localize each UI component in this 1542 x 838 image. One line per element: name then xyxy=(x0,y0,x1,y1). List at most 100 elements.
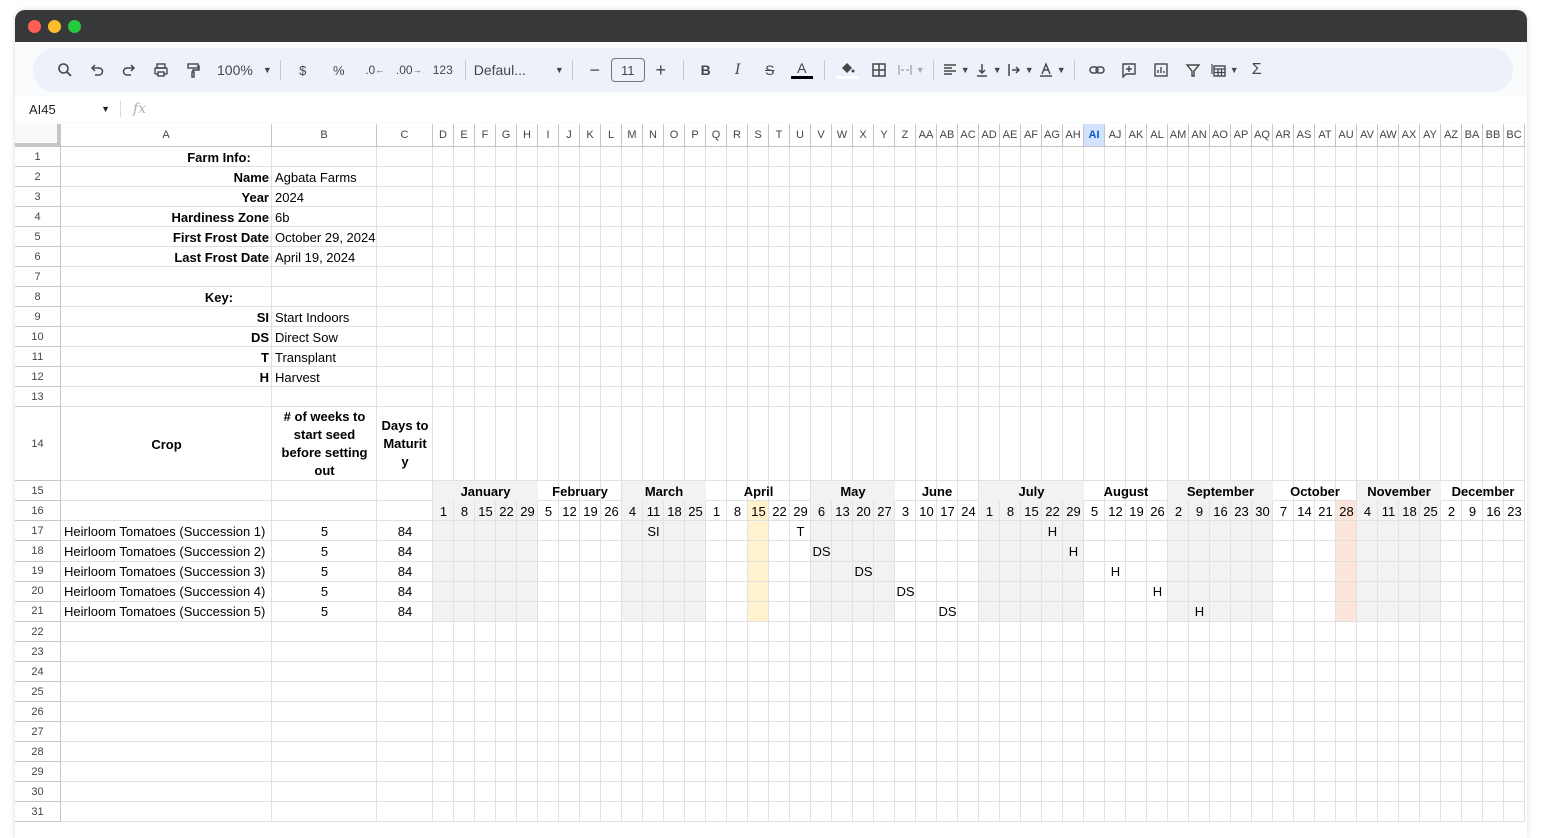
cell-d31[interactable] xyxy=(433,802,454,823)
cell-h20[interactable] xyxy=(517,581,538,602)
cell-ac11[interactable] xyxy=(958,347,979,367)
cell-az23[interactable] xyxy=(1441,642,1462,663)
cell-av28[interactable] xyxy=(1357,742,1378,763)
cell-o31[interactable] xyxy=(664,802,685,823)
cell-d30[interactable] xyxy=(433,782,454,803)
cell-y27[interactable] xyxy=(874,722,895,743)
cell-ak11[interactable] xyxy=(1126,347,1147,367)
cell-aj23[interactable] xyxy=(1105,642,1126,663)
cell-j3[interactable] xyxy=(559,187,580,207)
cell-ak22[interactable] xyxy=(1126,622,1147,643)
cell-y25[interactable] xyxy=(874,682,895,703)
cell-c24[interactable] xyxy=(377,662,433,683)
cell-aw11[interactable] xyxy=(1378,347,1399,367)
cell-aj29[interactable] xyxy=(1105,762,1126,783)
cell-aq3[interactable] xyxy=(1252,187,1273,207)
cell-ai13[interactable] xyxy=(1084,387,1105,407)
cell-au2[interactable] xyxy=(1336,167,1357,187)
cell-ar22[interactable] xyxy=(1273,622,1294,643)
cell-l9[interactable] xyxy=(601,307,622,327)
text-color-button[interactable]: A xyxy=(788,56,816,84)
cell-ay4[interactable] xyxy=(1420,207,1441,227)
cell-x3[interactable] xyxy=(853,187,874,207)
cell-b26[interactable] xyxy=(272,702,377,723)
cell-af25[interactable] xyxy=(1021,682,1042,703)
cell-v7[interactable] xyxy=(811,267,832,287)
cell-aq5[interactable] xyxy=(1252,227,1273,247)
cell-ab26[interactable] xyxy=(937,702,958,723)
cell-i12[interactable] xyxy=(538,367,559,387)
cell-e28[interactable] xyxy=(454,742,475,763)
cell-ar2[interactable] xyxy=(1273,167,1294,187)
cell-as14[interactable] xyxy=(1294,407,1315,481)
cell-ak29[interactable] xyxy=(1126,762,1147,783)
cell-ba20[interactable] xyxy=(1462,581,1483,602)
cell-am9[interactable] xyxy=(1168,307,1189,327)
cell-d2[interactable] xyxy=(433,167,454,187)
cell-ae2[interactable] xyxy=(1000,167,1021,187)
cell-af29[interactable] xyxy=(1021,762,1042,783)
cell-as26[interactable] xyxy=(1294,702,1315,723)
cell-k12[interactable] xyxy=(580,367,601,387)
cell-ac3[interactable] xyxy=(958,187,979,207)
italic-button[interactable]: I xyxy=(724,56,752,84)
cell-t27[interactable] xyxy=(769,722,790,743)
cell-v31[interactable] xyxy=(811,802,832,823)
cell-as12[interactable] xyxy=(1294,367,1315,387)
cell-au3[interactable] xyxy=(1336,187,1357,207)
cell-n13[interactable] xyxy=(643,387,664,407)
cell-g8[interactable] xyxy=(496,287,517,307)
row-header-20[interactable]: 20 xyxy=(15,581,61,602)
cell-v26[interactable] xyxy=(811,702,832,723)
cell-o11[interactable] xyxy=(664,347,685,367)
row-header-26[interactable]: 26 xyxy=(15,702,61,723)
cell-d3[interactable] xyxy=(433,187,454,207)
cell-ay7[interactable] xyxy=(1420,267,1441,287)
cell-at22[interactable] xyxy=(1315,622,1336,643)
cell-ag12[interactable] xyxy=(1042,367,1063,387)
cell-j28[interactable] xyxy=(559,742,580,763)
cell-ac31[interactable] xyxy=(958,802,979,823)
cell-as25[interactable] xyxy=(1294,682,1315,703)
cell-m25[interactable] xyxy=(622,682,643,703)
cell-f12[interactable] xyxy=(475,367,496,387)
maximize-window-button[interactable] xyxy=(68,20,81,33)
cell-ay20[interactable] xyxy=(1420,581,1441,602)
cell-p31[interactable] xyxy=(685,802,706,823)
cell-al8[interactable] xyxy=(1147,287,1168,307)
row-header-8[interactable]: 8 xyxy=(15,287,61,307)
cell-v21[interactable] xyxy=(811,601,832,623)
font-family-dropdown[interactable]: Defaul... ▼ xyxy=(474,56,564,84)
cell-e24[interactable] xyxy=(454,662,475,683)
cell-x9[interactable] xyxy=(853,307,874,327)
cell-n18[interactable] xyxy=(643,541,664,562)
cell-p7[interactable] xyxy=(685,267,706,287)
cell-u7[interactable] xyxy=(790,267,811,287)
cell-aa29[interactable] xyxy=(916,762,937,783)
cell-p10[interactable] xyxy=(685,327,706,347)
cell-s25[interactable] xyxy=(748,682,769,703)
column-header-at[interactable]: AT xyxy=(1315,124,1336,147)
cell-s13[interactable] xyxy=(748,387,769,407)
cell-ax14[interactable] xyxy=(1399,407,1420,481)
cell-p13[interactable] xyxy=(685,387,706,407)
cell-aj17[interactable] xyxy=(1105,521,1126,542)
cell-v3[interactable] xyxy=(811,187,832,207)
cell-c22[interactable] xyxy=(377,622,433,643)
cell-aa20[interactable] xyxy=(916,581,937,602)
cell-l14[interactable] xyxy=(601,407,622,481)
cell-h31[interactable] xyxy=(517,802,538,823)
cell-at25[interactable] xyxy=(1315,682,1336,703)
cell-ay10[interactable] xyxy=(1420,327,1441,347)
cell-bc26[interactable] xyxy=(1504,702,1525,723)
cell-d4[interactable] xyxy=(433,207,454,227)
column-header-ah[interactable]: AH xyxy=(1063,124,1084,147)
cell-ab12[interactable] xyxy=(937,367,958,387)
cell-ap6[interactable] xyxy=(1231,247,1252,267)
cell-bc21[interactable] xyxy=(1504,601,1525,623)
cell-az10[interactable] xyxy=(1441,327,1462,347)
cell-am27[interactable] xyxy=(1168,722,1189,743)
cell-d19[interactable] xyxy=(433,561,454,582)
cell-ab27[interactable] xyxy=(937,722,958,743)
cell-c25[interactable] xyxy=(377,682,433,703)
